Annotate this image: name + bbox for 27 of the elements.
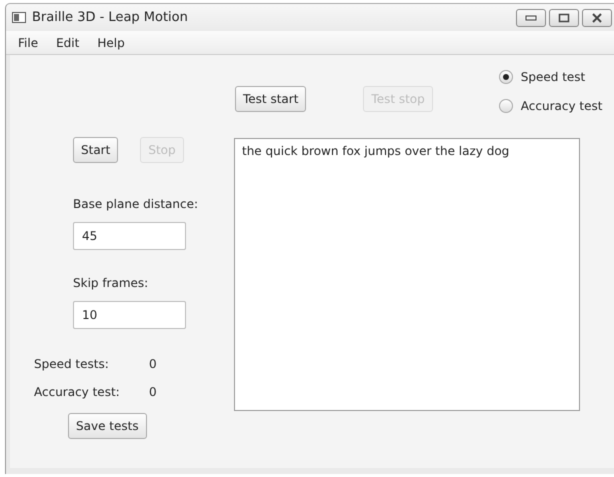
radio-button[interactable] [498, 70, 513, 84]
stat-label: Accuracy test: [34, 385, 121, 399]
minimize-button[interactable] [516, 8, 546, 26]
menu-item[interactable]: File [10, 34, 46, 52]
text-area[interactable]: the quick brown fox jumps over the lazy dog [234, 138, 580, 411]
window-title: Braille 3D - Leap Motion [32, 10, 188, 25]
radio-button[interactable] [498, 99, 513, 113]
radio-option[interactable]: Speed test [498, 70, 602, 84]
input-field[interactable]: 45 [73, 222, 186, 250]
stat-label: Speed tests: [34, 357, 110, 371]
app-icon [12, 12, 26, 23]
menu-item[interactable]: Edit [48, 34, 88, 52]
stat-value: 0 [149, 385, 157, 399]
input-field[interactable]: 10 [73, 301, 186, 329]
minimize-icon [525, 14, 537, 20]
field-label: Skip frames: [73, 276, 150, 290]
start-button[interactable]: Start [73, 137, 118, 163]
close-icon [591, 12, 603, 22]
radio-option[interactable]: Accuracy test [498, 99, 602, 113]
save-button[interactable]: Save tests [68, 413, 147, 439]
test-start-button[interactable]: Test start [235, 86, 306, 112]
maximize-icon [558, 12, 570, 22]
menu-item[interactable]: Help [89, 34, 133, 52]
field-label: Base plane distance: [73, 197, 200, 211]
close-button[interactable] [582, 8, 612, 26]
maximize-button[interactable] [549, 8, 579, 26]
stat-value: 0 [149, 357, 157, 371]
